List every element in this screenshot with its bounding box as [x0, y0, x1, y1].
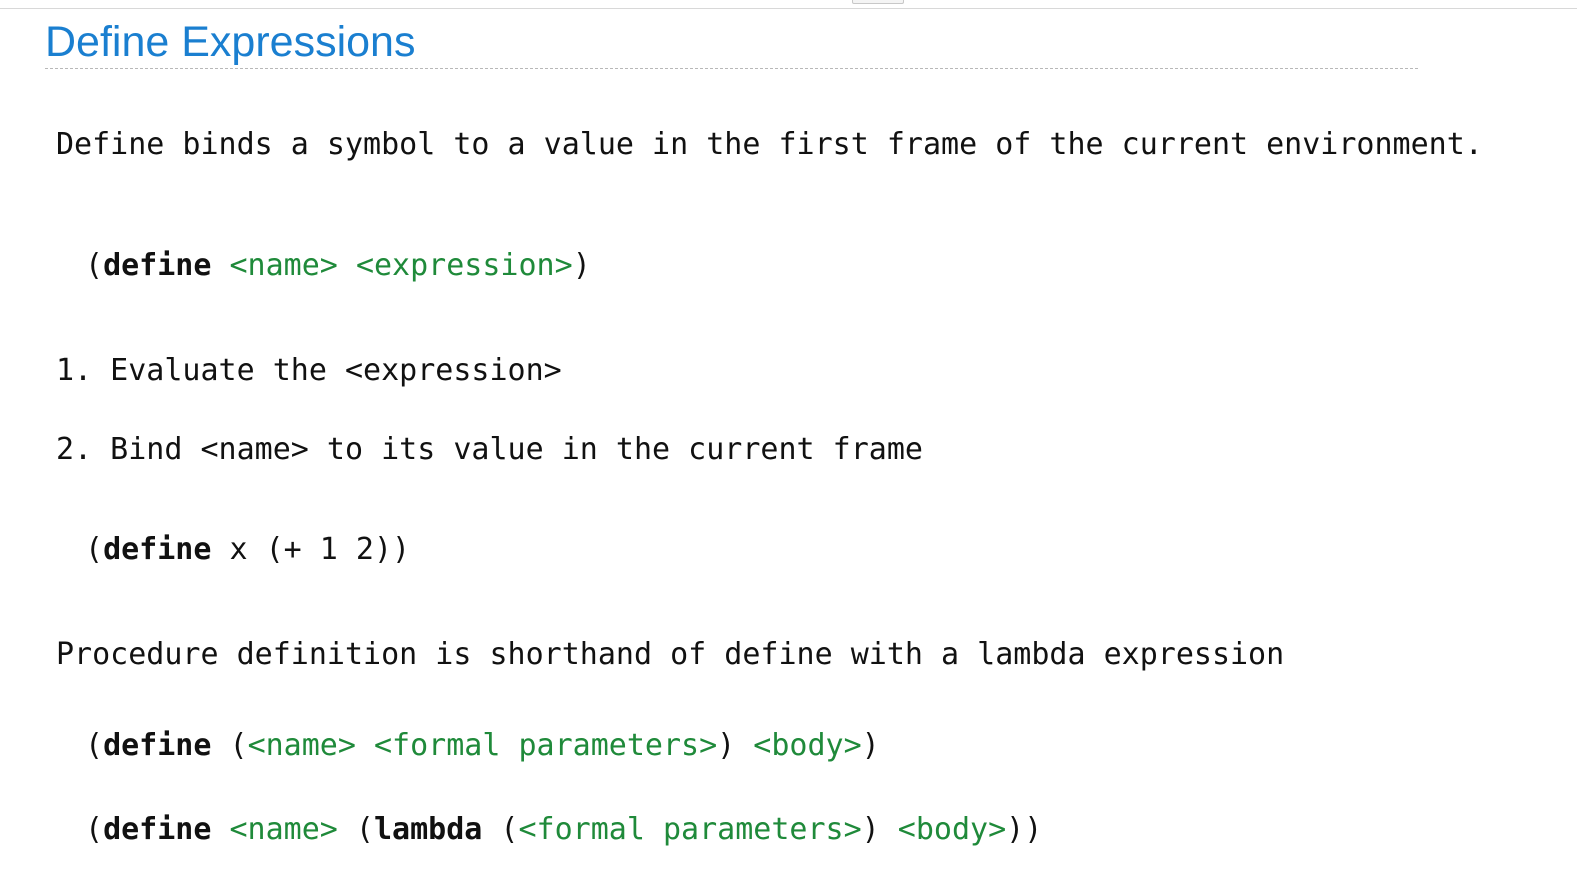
open-paren: (	[85, 728, 104, 763]
formals-open-paren: (	[482, 812, 519, 847]
formals-placeholder: <formal parameters>	[374, 728, 718, 763]
expression-placeholder: <expression>	[355, 248, 573, 283]
close-paren: )	[861, 728, 880, 763]
intro-text: Define binds a symbol to a value in the …	[56, 127, 1483, 162]
name-placeholder: <name>	[229, 812, 338, 847]
close-paren: )	[572, 248, 591, 283]
example-rest: x (+ 1 2))	[211, 532, 411, 567]
open-paren: (	[85, 248, 104, 283]
formals-close-paren: )	[861, 812, 898, 847]
name-placeholder: <name>	[247, 728, 356, 763]
close-parens: ))	[1006, 812, 1043, 847]
body-placeholder: <body>	[897, 812, 1007, 847]
top-bar	[0, 0, 1577, 9]
define-keyword: define	[103, 532, 212, 567]
lambda-keyword: lambda	[374, 812, 483, 847]
inner-close-paren: )	[717, 728, 754, 763]
step-1: 1. Evaluate the <expression>	[56, 353, 562, 388]
define-syntax: (define <name> <expression>)	[85, 248, 591, 284]
body-placeholder: <body>	[753, 728, 862, 763]
open-paren: (	[85, 532, 104, 567]
define-example: (define x (+ 1 2))	[85, 532, 410, 568]
formals-placeholder: <formal parameters>	[518, 812, 862, 847]
step-2: 2. Bind <name> to its value in the curre…	[56, 432, 923, 467]
slide: Define Expressions Define binds a symbol…	[0, 0, 1577, 885]
inner-open-paren: (	[211, 728, 248, 763]
procedure-syntax: (define (<name> <formal parameters>) <bo…	[85, 728, 880, 764]
define-keyword: define	[103, 728, 212, 763]
procedure-note: Procedure definition is shorthand of def…	[56, 637, 1285, 672]
top-handle[interactable]	[852, 0, 904, 4]
name-placeholder: <name>	[229, 248, 338, 283]
define-keyword: define	[103, 248, 212, 283]
lambda-syntax: (define <name> (lambda (<formal paramete…	[85, 812, 1042, 848]
page-title: Define Expressions	[45, 17, 1418, 69]
lambda-open-paren: (	[337, 812, 374, 847]
define-keyword: define	[103, 812, 212, 847]
open-paren: (	[85, 812, 104, 847]
